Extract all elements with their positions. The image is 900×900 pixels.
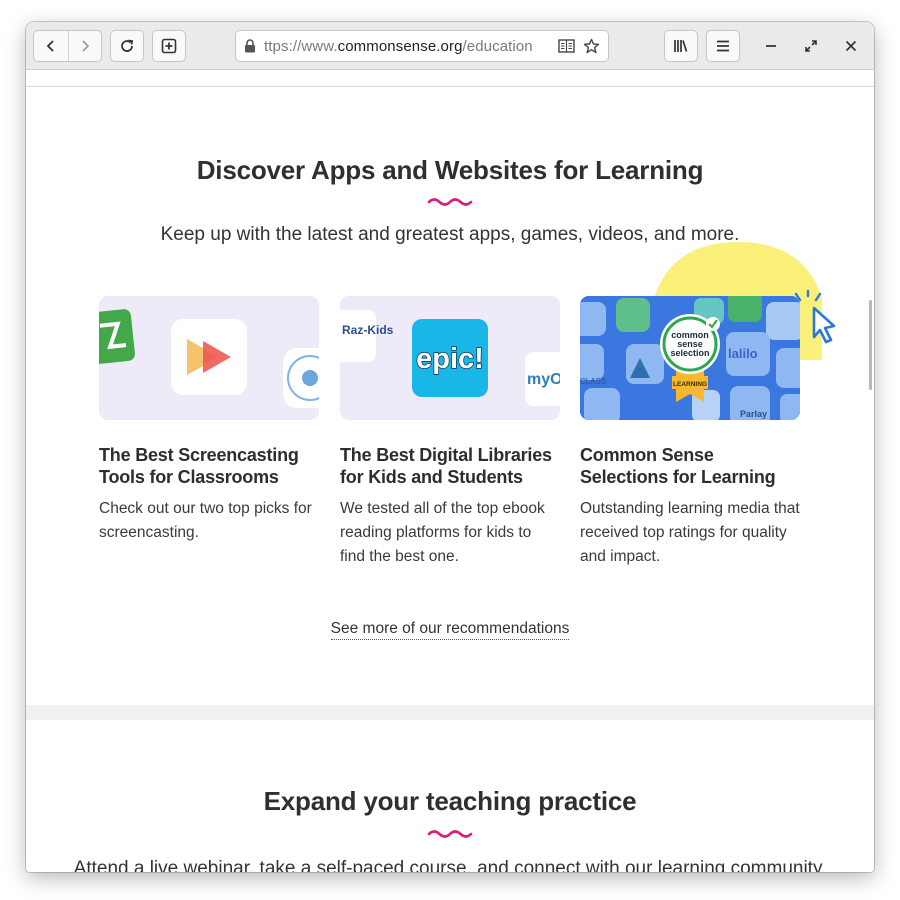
- class-tile-text: CLASS: [580, 377, 606, 386]
- reader-view-icon: [558, 39, 575, 53]
- hamburger-icon: [717, 40, 729, 52]
- discover-section: Discover Apps and Websites for Learning …: [26, 87, 874, 705]
- see-more-label[interactable]: See more of our recommendations: [330, 620, 570, 640]
- page-viewport: Discover Apps and Websites for Learning …: [26, 70, 874, 872]
- url-text: ttps://www.commonsense.org/education: [264, 38, 552, 55]
- url-host: commonsense.org: [337, 37, 463, 55]
- reload-button[interactable]: [110, 30, 144, 62]
- card-description: We tested all of the top ebook reading p…: [340, 500, 545, 565]
- card-title: Common Sense Selections for Learning: [580, 445, 776, 487]
- maximize-icon: [805, 40, 817, 52]
- card-description: Check out our two top picks for screenca…: [99, 500, 312, 541]
- digital-libraries-illustration: Raz-Kids epic! myO: [340, 310, 560, 406]
- url-prefix: ttps://www.: [264, 37, 338, 55]
- badge-text-selection: selection: [670, 348, 709, 358]
- plus-square-icon: [161, 38, 177, 54]
- epic-logo-text: epic!: [416, 343, 484, 375]
- screencast-apps-illustration: [99, 309, 319, 408]
- previous-section-edge: [26, 70, 874, 87]
- teaching-subtitle: Attend a live webinar, take a self-paced…: [73, 858, 827, 872]
- url-bar[interactable]: ttps://www.commonsense.org/education: [235, 30, 609, 62]
- scrollbar-thumb[interactable]: [869, 300, 872, 390]
- teaching-section: Expand your teaching practice Attend a l…: [26, 720, 874, 872]
- razkids-logo-text: Raz-Kids: [342, 323, 394, 337]
- card-title: The Best Digital Libraries for Kids and …: [340, 445, 552, 487]
- myon-logo-text: myO: [527, 371, 560, 388]
- lalilo-tile-text: lalilo: [728, 346, 758, 361]
- menu-button[interactable]: [706, 30, 740, 62]
- maximize-button[interactable]: [799, 34, 823, 58]
- browser-toolbar: ttps://www.commonsense.org/education: [26, 22, 874, 70]
- back-button[interactable]: [34, 31, 68, 61]
- new-tab-button[interactable]: [152, 30, 186, 62]
- star-icon: [583, 38, 600, 54]
- see-more-recommendations-link[interactable]: See more of our recommendations: [26, 620, 874, 640]
- browser-window: ttps://www.commonsense.org/education Dis…: [26, 22, 874, 872]
- forward-button[interactable]: [67, 31, 102, 61]
- learning-ribbon-text: LEARNING: [673, 381, 707, 388]
- lock-icon: [245, 39, 255, 53]
- card-title: The Best Screencasting Tools for Classro…: [99, 445, 299, 487]
- close-icon: [845, 40, 857, 52]
- discover-title: Discover Apps and Websites for Learning: [196, 155, 704, 185]
- selection-badge-illustration: lalilo Parlay CLASS LEARNING common sens…: [580, 296, 800, 420]
- card-description: Outstanding learning media that received…: [580, 500, 800, 565]
- library-icon: [674, 40, 688, 52]
- card-digital-libraries[interactable]: Raz-Kids epic! myO The Best Digital Libr…: [340, 296, 560, 569]
- card-thumbnail: [99, 296, 319, 420]
- minimize-icon: [766, 45, 776, 47]
- card-thumbnail: Raz-Kids epic! myO: [340, 296, 560, 420]
- card-screencasting[interactable]: The Best Screencasting Tools for Classro…: [99, 296, 319, 545]
- url-path: /education: [462, 37, 533, 55]
- parlay-tile-text: Parlay: [740, 409, 767, 419]
- close-button[interactable]: [839, 34, 863, 58]
- teaching-title: Expand your teaching practice: [263, 786, 637, 816]
- chevron-left-icon: [46, 40, 54, 52]
- card-common-sense-selections[interactable]: lalilo Parlay CLASS LEARNING common sens…: [580, 242, 836, 569]
- library-button[interactable]: [664, 30, 698, 62]
- nav-buttons: [33, 30, 102, 62]
- cursor-click-icon: [794, 290, 836, 344]
- minimize-button[interactable]: [759, 34, 783, 58]
- teaching-title-squiggle: [427, 830, 473, 838]
- card-thumbnail: lalilo Parlay CLASS LEARNING common sens…: [580, 296, 800, 420]
- title-squiggle: [427, 198, 473, 206]
- chevron-right-icon: [82, 40, 89, 52]
- reload-icon: [121, 39, 134, 52]
